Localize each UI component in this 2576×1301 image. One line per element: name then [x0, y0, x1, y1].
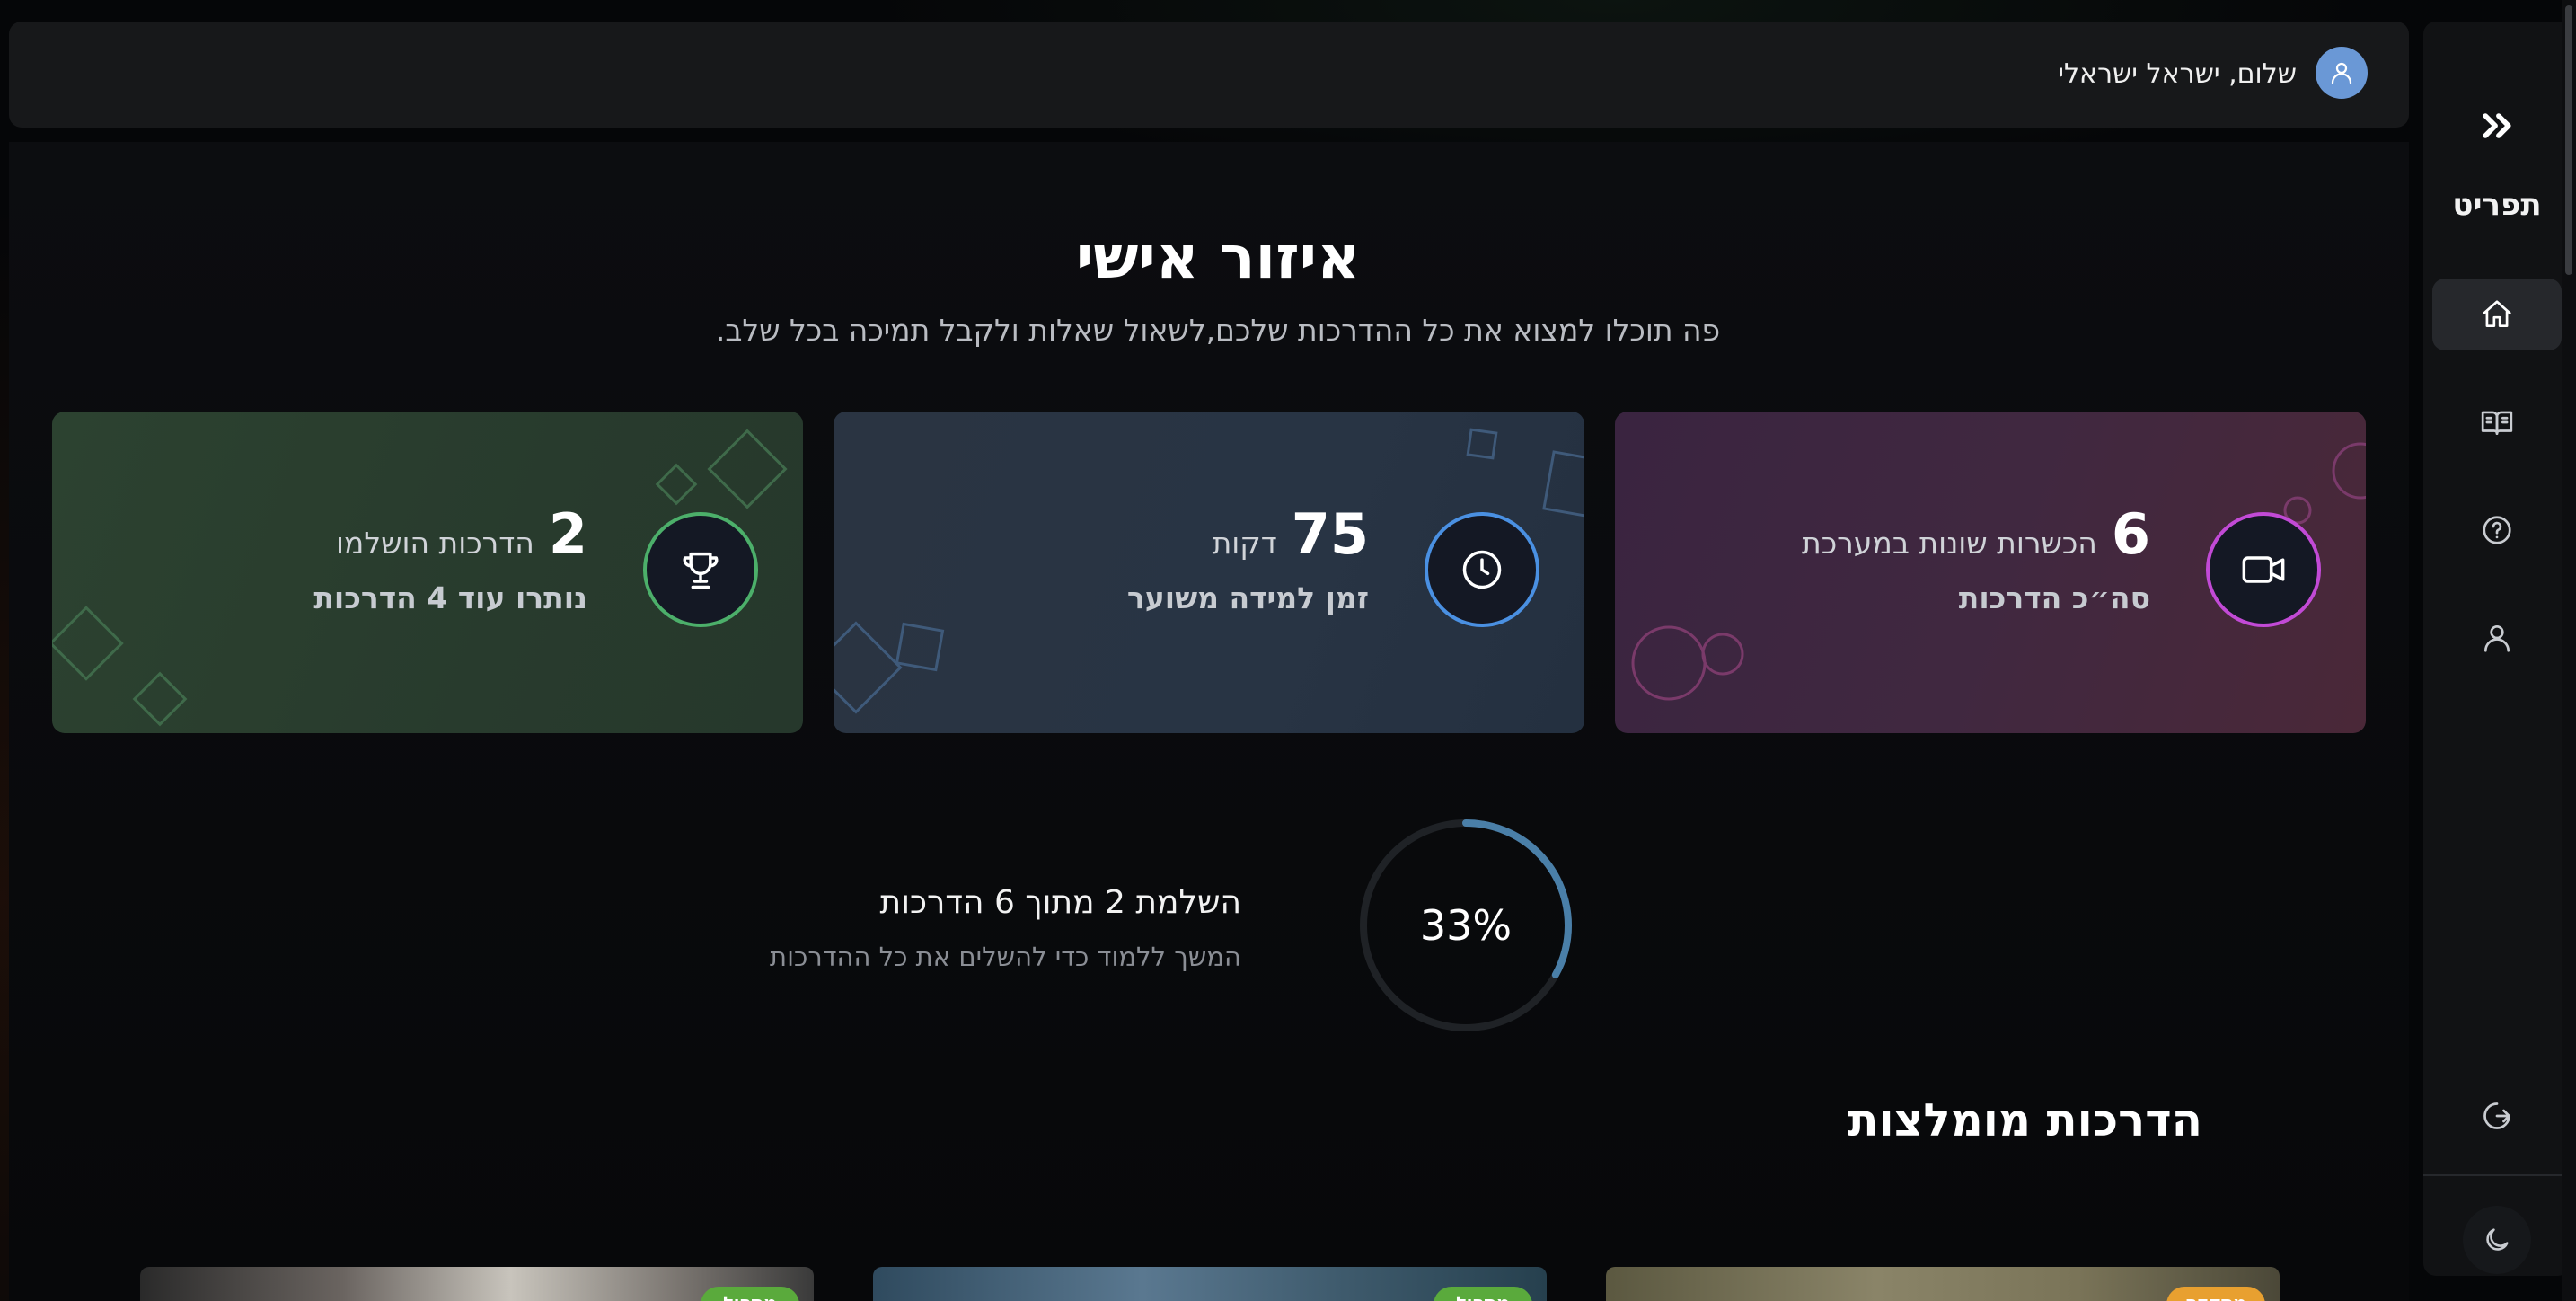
trophy-icon: [683, 552, 719, 589]
sidebar-item-logout[interactable]: [2432, 1080, 2562, 1152]
main-content: איזור אישי פה תוכלו למצוא את כל ההדרכות …: [9, 142, 2409, 1301]
sidebar-divider: [2423, 1174, 2571, 1176]
stat-row-completed: 2 הדרכות הושלמו: [336, 501, 587, 567]
stat-description: זמן למידה משוער: [1126, 580, 1369, 615]
user-icon: [2331, 62, 2352, 84]
theme-toggle-button[interactable]: [2463, 1206, 2531, 1274]
stat-unit: הכשרות שונות במערכת: [1802, 526, 2097, 561]
book-open-icon: [2481, 411, 2513, 436]
stat-card-time: 75 דקות זמן למידה משוער: [834, 412, 1584, 733]
chevrons-right-icon: [2483, 113, 2511, 138]
trophy-icon-badge: [643, 512, 758, 627]
help-circle-icon: [2483, 516, 2511, 544]
stat-card-completed: 2 הדרכות הושלמו נותרו עוד 4 הדרכות: [52, 412, 803, 733]
stat-row-time: 75 דקות: [1213, 501, 1369, 567]
sidebar-logo: תפריט: [2452, 187, 2542, 223]
sidebar-item-trainings[interactable]: [2432, 386, 2562, 458]
logout-icon: [2483, 1102, 2510, 1129]
stat-number: 6: [2111, 501, 2150, 567]
video-icon: [2242, 556, 2285, 583]
sidebar-item-help[interactable]: [2432, 494, 2562, 566]
page-title: איזור אישי: [1075, 223, 1361, 292]
user-avatar[interactable]: [2316, 47, 2368, 99]
progress-title: השלמת 2 מתוך 6 הדרכות: [879, 884, 1241, 921]
moon-icon: [2486, 1228, 2509, 1251]
clock-icon: [1462, 550, 1502, 589]
clock-icon-badge: [1425, 512, 1539, 627]
level-badge: מתחיל: [701, 1287, 799, 1301]
user-icon: [2483, 624, 2510, 652]
stat-card-videos: 6 הכשרות שונות במערכת סה״כ הדרכות: [1615, 412, 2366, 733]
stat-row-videos: 6 הכשרות שונות במערכת: [1802, 501, 2150, 567]
scrollbar-thumb[interactable]: [2565, 5, 2572, 275]
sidebar-collapse-button[interactable]: [2423, 101, 2571, 151]
home-icon: [2483, 300, 2511, 328]
video-icon-badge: [2206, 512, 2321, 627]
recommended-card[interactable]: מתחיל: [873, 1267, 1547, 1301]
level-badge: מתקדם: [2166, 1287, 2265, 1301]
recommended-card[interactable]: מתחיל: [140, 1267, 814, 1301]
progress-percent: 33%: [1419, 901, 1513, 950]
sidebar-item-profile[interactable]: [2432, 602, 2562, 674]
progress-subtitle: המשך ללמוד כדי להשלים את כל ההדרכות: [770, 942, 1241, 972]
stat-number: 2: [548, 501, 587, 567]
progress-ring: 33%: [1356, 816, 1575, 1035]
top-bar: שלום, ישראל ישראלי: [9, 22, 2409, 128]
stat-description: נותרו עוד 4 הדרכות: [313, 580, 587, 615]
sidebar: תפריט: [2423, 22, 2571, 1276]
recommended-title: הדרכות מומלצות: [1848, 1094, 2202, 1146]
user-greeting: שלום, ישראל ישראלי: [2058, 58, 2297, 90]
stat-unit: דקות: [1212, 526, 1277, 561]
level-badge: מתחיל: [1434, 1287, 1532, 1301]
stat-number: 75: [1291, 501, 1369, 567]
page-subtitle: פה תוכלו למצוא את כל ההדרכות שלכם,לשאול …: [715, 313, 1721, 348]
sidebar-item-home[interactable]: [2432, 279, 2562, 350]
recommended-card[interactable]: מתקדם: [1606, 1267, 2280, 1301]
stat-unit: הדרכות הושלמו: [335, 526, 534, 561]
stat-description: סה״כ הדרכות: [1958, 580, 2150, 615]
